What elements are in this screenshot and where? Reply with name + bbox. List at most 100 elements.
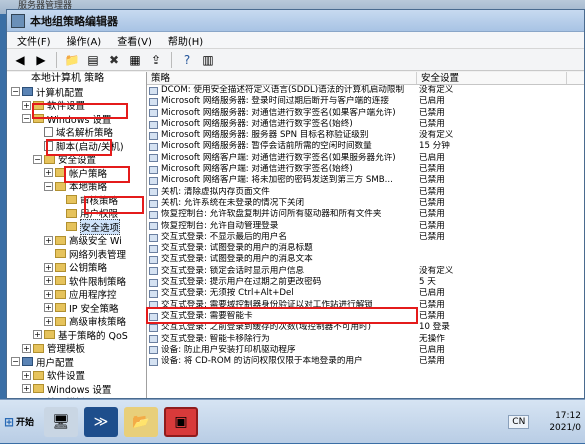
expand-icon[interactable]: + <box>44 263 53 272</box>
policy-row[interactable]: 恢复控制台: 允许软盘复制并访问所有驱动器和所有文件夹已禁用 <box>147 209 584 220</box>
expand-icon[interactable]: + <box>22 371 31 380</box>
tree-item[interactable]: −计算机配置 <box>7 85 146 99</box>
policy-row[interactable]: 交互式登录: 不显示最后的用户名已禁用 <box>147 232 584 243</box>
properties-icon[interactable]: ▦ <box>126 51 144 69</box>
start-button[interactable]: ⊞ 开始 <box>0 404 38 440</box>
tree-item[interactable]: +软件设置 <box>7 99 146 113</box>
tree-item[interactable]: −Windows 设置 <box>7 112 146 126</box>
collapse-icon[interactable]: − <box>11 357 20 366</box>
menu-item-3[interactable]: 帮助(H) <box>168 33 203 48</box>
menu-item-2[interactable]: 查看(V) <box>117 33 152 48</box>
tree-item[interactable]: +软件限制策略 <box>7 274 146 288</box>
gpedit-taskbar-icon[interactable]: ▣ <box>164 407 198 437</box>
list-rows: DCOM: 使用安全描述符定义语言(SDDL)语法的计算机启动限制没有定义Mic… <box>147 85 584 367</box>
policy-icon <box>149 211 158 219</box>
tree-item[interactable]: 网络列表管理 <box>7 247 146 261</box>
tree-item[interactable]: −用户配置 <box>7 355 146 369</box>
column-header-policy[interactable]: 策略 <box>147 72 417 84</box>
tree-item[interactable]: 安全选项 <box>7 220 146 234</box>
policy-row[interactable]: 交互式登录: 锁定会话时显示用户信息没有定义 <box>147 266 584 277</box>
tree-item[interactable]: 审核策略 <box>7 193 146 207</box>
policy-row[interactable]: 交互式登录: 试图登录的用户的消息标题 <box>147 243 584 254</box>
column-header-setting[interactable]: 安全设置 <box>417 72 567 84</box>
collapse-icon[interactable]: − <box>11 87 20 96</box>
tree-item[interactable]: 域名解析策略 <box>7 126 146 140</box>
expand-icon[interactable]: + <box>44 236 53 245</box>
policy-row[interactable]: Microsoft 网络客户端: 将未加密的密码发送到第三方 SMB...已禁用 <box>147 175 584 186</box>
menu-item-1[interactable]: 操作(A) <box>67 33 102 48</box>
toolbar-separator <box>56 52 57 68</box>
tree-item[interactable]: +基于策略的 QoS <box>7 328 146 342</box>
policy-row[interactable]: 恢复控制台: 允许自动管理登录已禁用 <box>147 221 584 232</box>
policy-row[interactable]: DCOM: 使用安全描述符定义语言(SDDL)语法的计算机启动限制没有定义 <box>147 85 584 96</box>
tree-item-label: 本地策略 <box>69 179 107 193</box>
policy-row[interactable]: 交互式登录: 之前登录到缓存的次数(域控制器不可用时)10 登录 <box>147 322 584 333</box>
expand-icon[interactable]: + <box>44 276 53 285</box>
collapse-icon[interactable]: − <box>22 114 31 123</box>
explorer-taskbar-icon[interactable]: 📂 <box>124 407 158 437</box>
policy-row[interactable]: 关机: 清除虚拟内存页面文件已禁用 <box>147 187 584 198</box>
expand-icon[interactable]: + <box>44 317 53 326</box>
help-icon[interactable]: ? <box>178 51 196 69</box>
up-folder-icon[interactable]: 📁 <box>63 51 81 69</box>
expand-icon[interactable]: + <box>44 290 53 299</box>
policy-row[interactable]: Microsoft 网络客户端: 对通信进行数字签名(如果服务器允许)已启用 <box>147 153 584 164</box>
policy-row[interactable]: 关机: 允许系统在未登录的情况下关闭已禁用 <box>147 198 584 209</box>
back-icon[interactable]: ◀ <box>11 51 29 69</box>
tree-item[interactable]: − 本地策略 <box>7 180 146 194</box>
menu-item-0[interactable]: 文件(F) <box>17 33 51 48</box>
policy-row[interactable]: Microsoft 网络客户端: 对通信进行数字签名(始终)已禁用 <box>147 164 584 175</box>
tree-item[interactable]: −安全设置 <box>7 153 146 167</box>
policy-row[interactable]: 设备: 将 CD-ROM 的访问权限仅限于本地登录的用户已禁用 <box>147 356 584 367</box>
tree-item[interactable]: +帐户策略 <box>7 166 146 180</box>
expand-icon[interactable]: + <box>22 384 31 393</box>
tree-item[interactable]: 用户权限 <box>7 207 146 221</box>
policy-setting: 已启用 <box>417 96 567 107</box>
tree-item[interactable]: +高级审核策略 <box>7 315 146 329</box>
expand-icon[interactable]: + <box>22 101 31 110</box>
tree-item[interactable]: +高级安全 Wi <box>7 234 146 248</box>
tree-item[interactable]: +应用程序控 <box>7 288 146 302</box>
forward-icon[interactable]: ▶ <box>32 51 50 69</box>
show-hide-tree-icon[interactable]: ▤ <box>84 51 102 69</box>
policy-row[interactable]: 设备: 防止用户安装打印机驱动程序已启用 <box>147 345 584 356</box>
powershell-taskbar-icon[interactable]: ≫ <box>84 407 118 437</box>
tree-item[interactable]: +管理模板 <box>7 396 146 399</box>
tree-item[interactable]: +软件设置 <box>7 369 146 383</box>
expand-icon[interactable]: + <box>33 330 42 339</box>
filter-icon[interactable]: ▥ <box>199 51 217 69</box>
server-manager-taskbar-icon[interactable]: 🖥 <box>44 407 78 437</box>
tree-item[interactable]: 脚本(启动/关机) <box>7 139 146 153</box>
export-list-icon[interactable]: ⇪ <box>147 51 165 69</box>
clock[interactable]: 17:12 2021/0 <box>549 410 585 434</box>
policy-setting: 已禁用 <box>417 232 567 243</box>
tree-item[interactable]: +Windows 设置 <box>7 382 146 396</box>
tree-item[interactable]: +管理模板 <box>7 342 146 356</box>
policy-name-cell: 设备: 防止用户安装打印机驱动程序 <box>147 345 417 356</box>
policy-row[interactable]: Microsoft 网络服务器: 对通信进行数字签名(如果客户端允许)已禁用 <box>147 108 584 119</box>
policy-row[interactable]: Microsoft 网络服务器: 对通信进行数字签名(始终)已禁用 <box>147 119 584 130</box>
language-indicator[interactable]: CN <box>508 415 529 429</box>
policy-row[interactable]: 交互式登录: 智能卡移除行为无操作 <box>147 334 584 345</box>
tree-item[interactable]: +IP 安全策略 <box>7 301 146 315</box>
policy-row[interactable]: 交互式登录: 需要智能卡已禁用 <box>147 311 584 322</box>
expand-icon[interactable]: + <box>44 168 53 177</box>
policy-row[interactable]: Microsoft 网络服务器: 暂停会话前所需的空闲时间数量15 分钟 <box>147 141 584 152</box>
window-titlebar[interactable]: 本地组策略编辑器 <box>7 10 584 32</box>
policy-row[interactable]: 交互式登录: 提示用户在过期之前更改密码5 天 <box>147 277 584 288</box>
expand-icon[interactable]: + <box>44 303 53 312</box>
policy-list[interactable]: 策略 安全设置 DCOM: 使用安全描述符定义语言(SDDL)语法的计算机启动限… <box>147 72 584 398</box>
policy-tree[interactable]: 本地计算机 策略 −计算机配置+软件设置−Windows 设置域名解析策略脚本(… <box>7 72 147 398</box>
tree-item[interactable]: +公钥策略 <box>7 261 146 275</box>
policy-row[interactable]: Microsoft 网络服务器: 服务器 SPN 目标名称验证级别没有定义 <box>147 130 584 141</box>
policy-setting: 没有定义 <box>417 130 567 141</box>
collapse-icon[interactable]: − <box>33 155 42 164</box>
expand-icon[interactable]: + <box>22 344 31 353</box>
policy-row[interactable]: 交互式登录: 试图登录的用户的消息文本 <box>147 254 584 265</box>
collapse-icon[interactable]: − <box>44 182 53 191</box>
policy-row[interactable]: 交互式登录: 需要域控制器身份验证以对工作站进行解锁已禁用 <box>147 300 584 311</box>
tree-root-label[interactable]: 本地计算机 策略 <box>7 72 146 85</box>
delete-icon[interactable]: ✖ <box>105 51 123 69</box>
policy-row[interactable]: Microsoft 网络服务器: 登录时间过期后断开与客户端的连接已启用 <box>147 96 584 107</box>
policy-row[interactable]: 交互式登录: 无须按 Ctrl+Alt+Del已启用 <box>147 288 584 299</box>
